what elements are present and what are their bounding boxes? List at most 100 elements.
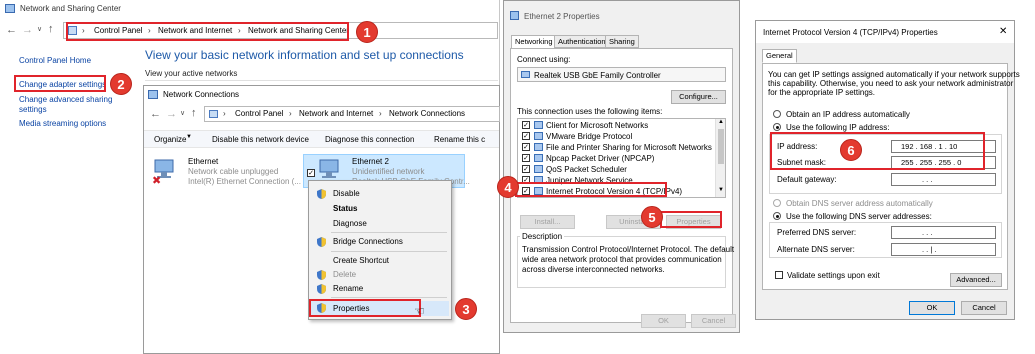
scroll-up-icon[interactable]: ▲ xyxy=(718,119,724,125)
component-icon xyxy=(534,143,543,151)
up-icon[interactable]: ↑ xyxy=(191,107,197,119)
back-icon[interactable]: ← xyxy=(6,24,17,36)
list-item[interactable]: ✓ VMware Bridge Protocol xyxy=(520,131,712,141)
tab-authentication[interactable]: Authentication xyxy=(554,35,610,48)
sidebar-item-advanced-sharing[interactable]: Change advanced sharing xyxy=(19,95,112,104)
step-badge-3: 3 xyxy=(455,298,477,320)
menu-item-bridge[interactable]: Bridge Connections xyxy=(333,237,403,246)
description-line-3: across diverse interconnected networks. xyxy=(522,265,665,274)
item-label: Client for Microsoft Networks xyxy=(546,121,649,130)
menu-item-status[interactable]: Status xyxy=(333,204,357,213)
manual-ip-label: Use the following IP address: xyxy=(786,123,890,132)
toolbar-organize[interactable]: Organize xyxy=(154,135,186,144)
validate-checkbox[interactable] xyxy=(775,271,783,279)
component-icon xyxy=(534,121,543,129)
shield-icon xyxy=(317,237,326,247)
menu-item-rename[interactable]: Rename xyxy=(333,284,363,293)
intro-line-3: for the appropriate IP settings. xyxy=(768,88,876,97)
auto-dns-label: Obtain DNS server address automatically xyxy=(786,199,933,208)
item-checkbox[interactable]: ✓ xyxy=(522,154,530,162)
preferred-dns-field[interactable]: . . . xyxy=(891,226,996,239)
nc-breadcrumb-network-internet[interactable]: Network and Internet xyxy=(299,109,373,118)
item-checkbox[interactable]: ✓ xyxy=(522,143,530,151)
advanced-button[interactable]: Advanced... xyxy=(950,273,1002,287)
configure-button[interactable]: Configure... xyxy=(671,90,726,104)
chevron-down-icon[interactable]: ∨ xyxy=(37,25,42,33)
auto-ip-radio[interactable] xyxy=(773,110,781,118)
adapter-ethernet[interactable]: ✖ Ethernet Network cable unplugged Intel… xyxy=(150,154,301,190)
component-icon xyxy=(534,154,543,162)
manual-dns-radio[interactable] xyxy=(773,212,781,220)
toolbar-rename[interactable]: Rename this c xyxy=(434,135,485,144)
ok-button[interactable]: OK xyxy=(909,301,955,315)
nc-toolbar: Organize ▼ Disable this network device D… xyxy=(144,130,499,148)
shield-icon xyxy=(317,189,326,199)
sidebar-item-home[interactable]: Control Panel Home xyxy=(19,56,91,65)
step-badge-4: 4 xyxy=(497,176,519,198)
item-label: Npcap Packet Driver (NPCAP) xyxy=(546,154,655,163)
chevron-down-icon[interactable]: ∨ xyxy=(180,109,185,117)
step-badge-1: 1 xyxy=(356,21,378,43)
scroll-thumb[interactable] xyxy=(718,129,724,164)
connect-using-label: Connect using: xyxy=(517,55,571,64)
nc-breadcrumb-control-panel[interactable]: Control Panel xyxy=(235,109,283,118)
item-checkbox[interactable]: ✓ xyxy=(522,132,530,140)
ipv4-properties-dialog: Internet Protocol Version 4 (TCP/IPv4) P… xyxy=(755,20,1020,320)
tab-sharing[interactable]: Sharing xyxy=(605,35,639,48)
callout-box-properties xyxy=(309,299,421,317)
mouse-cursor-icon: ☜ xyxy=(414,304,425,318)
tab-general[interactable]: General xyxy=(762,49,797,63)
toolbar-diagnose[interactable]: Diagnose this connection xyxy=(325,135,414,144)
menu-item-diagnose[interactable]: Diagnose xyxy=(333,219,367,228)
step-badge-5: 5 xyxy=(641,206,663,228)
item-label: File and Printer Sharing for Microsoft N… xyxy=(546,143,712,152)
description-label: Description xyxy=(520,232,565,241)
menu-item-disable[interactable]: Disable xyxy=(333,189,360,198)
breadcrumb-separator: › xyxy=(289,109,292,118)
intro-line-1: You can get IP settings assigned automat… xyxy=(768,70,1020,79)
up-icon[interactable]: ↑ xyxy=(48,23,54,35)
description-line-2: wide area network protocol that provides… xyxy=(522,255,722,264)
ok-button: OK xyxy=(641,314,686,328)
close-icon[interactable]: ✕ xyxy=(999,26,1007,37)
tab-networking[interactable]: Networking xyxy=(511,35,557,49)
list-item[interactable]: ✓ QoS Packet Scheduler xyxy=(520,164,712,174)
alternate-dns-field[interactable]: . . | . xyxy=(891,243,996,256)
cancel-button[interactable]: Cancel xyxy=(961,301,1007,315)
window-title: Network and Sharing Center xyxy=(20,4,121,13)
menu-separator xyxy=(331,297,447,298)
toolbar-disable[interactable]: Disable this network device xyxy=(212,135,309,144)
description-line-1: Transmission Control Protocol/Internet P… xyxy=(522,245,735,254)
back-icon[interactable]: ← xyxy=(150,108,161,120)
device-field: Realtek USB GbE Family Controller xyxy=(517,67,726,82)
nc-breadcrumb-network-connections[interactable]: Network Connections xyxy=(389,109,465,118)
shield-icon xyxy=(317,270,326,280)
sidebar-item-advanced-sharing-cont[interactable]: settings xyxy=(19,105,47,114)
default-gateway-field[interactable]: . . . xyxy=(891,173,996,186)
forward-icon[interactable]: → xyxy=(22,24,33,36)
callout-box-breadcrumb xyxy=(66,22,349,41)
adapter-name: Ethernet xyxy=(188,157,219,166)
control-panel-icon xyxy=(209,110,218,118)
validate-label: Validate settings upon exit xyxy=(787,271,880,280)
item-checkbox[interactable]: ✓ xyxy=(522,165,530,173)
forward-icon[interactable]: → xyxy=(166,108,177,120)
nc-address-bar[interactable]: › Control Panel › Network and Internet ›… xyxy=(204,106,500,122)
sidebar-item-media-streaming[interactable]: Media streaming options xyxy=(19,119,106,128)
list-item[interactable]: ✓ File and Printer Sharing for Microsoft… xyxy=(520,142,712,152)
list-item[interactable]: ✓ Client for Microsoft Networks xyxy=(520,120,712,130)
menu-item-create-shortcut[interactable]: Create Shortcut xyxy=(333,256,389,265)
scroll-down-icon[interactable]: ▼ xyxy=(718,187,724,193)
network-connections-title: Network Connections xyxy=(163,90,240,99)
manual-ip-radio[interactable] xyxy=(773,123,781,131)
callout-box-change-adapter xyxy=(14,75,106,92)
list-scrollbar[interactable]: ▲ ▼ xyxy=(715,119,725,197)
selection-checkbox[interactable]: ✓ xyxy=(307,169,315,177)
adapter-status: Unidentified network xyxy=(352,167,425,176)
component-icon xyxy=(534,132,543,140)
callout-box-ip-fields xyxy=(770,132,985,170)
items-label: This connection uses the following items… xyxy=(517,107,663,116)
list-item[interactable]: ✓ Npcap Packet Driver (NPCAP) xyxy=(520,153,712,163)
item-checkbox[interactable]: ✓ xyxy=(522,121,530,129)
default-gateway-label: Default gateway: xyxy=(777,175,837,184)
